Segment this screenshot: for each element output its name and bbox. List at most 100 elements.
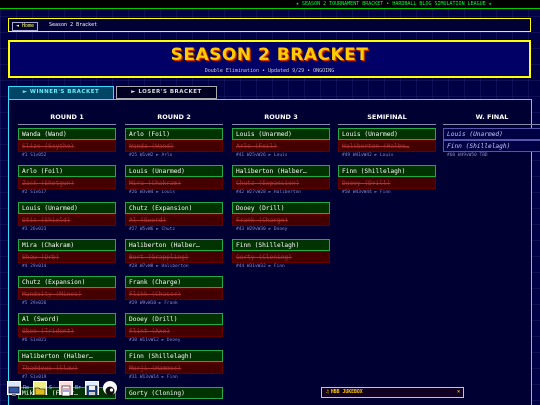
loser-slot[interactable]: Wanda (Wand) bbox=[125, 140, 223, 152]
tab-losers-bracket[interactable]: ► LOSER'S BRACKET bbox=[116, 86, 217, 99]
match-card[interactable]: Frank (Charge) Flikk (Chaser) #29 W9vW10 ►… bbox=[125, 276, 223, 307]
match-card[interactable]: Finn (Shillelagh) Gorty (Cloning) #44 W31v… bbox=[232, 239, 330, 270]
match-card[interactable]: Finn (Shillelagh) Dooey (Drill) #50 W43vW4… bbox=[338, 165, 436, 196]
match-card[interactable]: Haliberton (Halber… Chutz (Expansion) #42 … bbox=[232, 165, 330, 196]
match-card[interactable]: Louis (Unarmed) Finn (Shillelagh) #60 W49v… bbox=[443, 128, 540, 159]
winner-slot[interactable]: Wanda (Wand) bbox=[18, 128, 116, 140]
winner-slot[interactable]: Dooey (Drill) bbox=[232, 202, 330, 214]
loser-slot[interactable]: Bort (Grappling) bbox=[125, 251, 223, 263]
match-meta: #29 W9vW10 ► Frank bbox=[129, 301, 178, 306]
folder-icon[interactable] bbox=[33, 381, 47, 396]
loser-slot[interactable]: Flikk (Chaser) bbox=[125, 288, 223, 300]
loser-slot[interactable]: Slize (Scythe) bbox=[18, 140, 116, 152]
match-meta: #28 W7vW8 ► Haliberton bbox=[129, 264, 189, 269]
desktop-label-3: Br bbox=[75, 385, 82, 391]
match-card[interactable]: Haliberton (Halber… Thaddeus (Claw) #7 S1v… bbox=[18, 350, 116, 381]
match-card[interactable]: Al (Sword) Obee (Trident) #6 S1v021 bbox=[18, 313, 116, 344]
document-icon[interactable] bbox=[59, 381, 73, 397]
breadcrumb: ◄ Home Season 2 Bracket bbox=[8, 18, 531, 32]
match-card[interactable]: Dooey (Drill) Frank (Charge) #43 W29vW30 ►… bbox=[232, 202, 330, 233]
winner-slot[interactable]: Finn (Shillelagh) bbox=[338, 165, 436, 177]
match-meta: #42 W27vW28 ► Haliberton bbox=[236, 190, 302, 195]
match-card[interactable]: Arlo (Foil) Wanda (Wand) #25 W1vW2 ► Arlo bbox=[125, 128, 223, 159]
winner-slot[interactable]: Al (Sword) bbox=[18, 313, 116, 325]
winner-slot[interactable]: Haliberton (Halber… bbox=[18, 350, 116, 362]
music-note-icon: ♫ bbox=[326, 390, 329, 395]
winner-slot[interactable]: Haliberton (Halber… bbox=[125, 239, 223, 251]
match-card[interactable]: Wanda (Wand) Slize (Scythe) #1 S1v052 bbox=[18, 128, 116, 159]
match-meta: #7 S1v019 bbox=[22, 375, 47, 380]
loser-slot[interactable]: Haliberton (Halbe… bbox=[338, 140, 436, 152]
winner-slot[interactable]: Arlo (Foil) bbox=[125, 128, 223, 140]
round-header: ROUND 3 bbox=[264, 113, 298, 121]
match-card[interactable]: Haliberton (Halber… Bort (Grappling) #28 W… bbox=[125, 239, 223, 270]
winner-slot[interactable]: Louis (Unarmed) bbox=[338, 128, 436, 140]
match-card[interactable]: Chutz (Expansion) Al (Sword) #27 W5vW6 ► C… bbox=[125, 202, 223, 233]
round-divider bbox=[338, 124, 436, 125]
jukebox-label: HBB JUKEBOX bbox=[330, 390, 363, 395]
match-card[interactable]: Louis (Unarmed) Arlo (Foil) #41 W25vW26 ► … bbox=[232, 128, 330, 159]
loser-slot[interactable]: Mira (Chakram) bbox=[125, 177, 223, 189]
winner-slot[interactable]: Arlo (Foil) bbox=[18, 165, 116, 177]
marquee-ticker: ★ SEASON 2 TOURNAMENT BRACKET • HARDBALL… bbox=[0, 0, 540, 9]
loser-slot[interactable]: Mandeity (Mines) bbox=[18, 288, 116, 300]
round-divider bbox=[125, 124, 223, 125]
loser-slot[interactable]: Gorty (Cloning) bbox=[232, 251, 330, 263]
match-meta: #2 S1v617 bbox=[22, 190, 47, 195]
chat-icon[interactable] bbox=[103, 381, 117, 396]
loser-slot[interactable]: Shaw (Orb) bbox=[18, 251, 116, 263]
jukebox-bar[interactable]: ♫ HBB JUKEBOX × bbox=[321, 387, 464, 398]
winner-slot[interactable]: Haliberton (Halber… bbox=[232, 165, 330, 177]
match-meta: #44 W31vW32 ► Finn bbox=[236, 264, 285, 269]
match-card[interactable]: Finn (Shillelagh) Merji (Hammer) #31 W13vW… bbox=[125, 350, 223, 381]
winner-slot[interactable]: Chutz (Expansion) bbox=[125, 202, 223, 214]
loser-slot[interactable]: Al (Sword) bbox=[125, 214, 223, 226]
desktop-label-2: S bbox=[49, 385, 53, 391]
loser-slot[interactable]: Frank (Charge) bbox=[232, 214, 330, 226]
match-card[interactable]: Dooey (Drill) Flint (Axe) #30 W11vW12 ► Do… bbox=[125, 313, 223, 344]
match-meta: #43 W29vW30 ► Dooey bbox=[236, 227, 288, 232]
winner-slot[interactable]: Mira (Chakram) bbox=[18, 239, 116, 251]
round-divider bbox=[18, 124, 116, 125]
loser-slot[interactable]: Obee (Trident) bbox=[18, 325, 116, 337]
loser-slot[interactable]: Zack (Shotgun) bbox=[18, 177, 116, 189]
loser-slot[interactable]: Chutz (Expansion) bbox=[232, 177, 330, 189]
round-header: SEMIFINAL bbox=[367, 113, 407, 121]
winner-slot[interactable]: Finn (Shillelagh) bbox=[232, 239, 330, 251]
match-meta: #25 W1vW2 ► Arlo bbox=[129, 153, 173, 158]
winner-slot[interactable]: Finn (Shillelagh) bbox=[125, 350, 223, 362]
match-meta: #4 29v014 bbox=[22, 264, 47, 269]
winner-slot[interactable]: Chutz (Expansion) bbox=[18, 276, 116, 288]
loser-slot[interactable]: Flint (Axe) bbox=[125, 325, 223, 337]
winner-slot[interactable]: Gorty (Cloning) bbox=[125, 387, 223, 399]
loser-slot[interactable]: Merji (Hammer) bbox=[125, 362, 223, 374]
match-meta: #50 W43vW44 ► Finn bbox=[342, 190, 391, 195]
loser-slot[interactable]: Otis (Shield) bbox=[18, 214, 116, 226]
winner-slot[interactable]: Louis (Unarmed) bbox=[125, 165, 223, 177]
match-meta: #5 29v026 bbox=[22, 301, 47, 306]
winner-slot[interactable]: Louis (Unarmed) bbox=[232, 128, 330, 140]
match-card[interactable]: Chutz (Expansion) Mandeity (Mines) #5 29v0… bbox=[18, 276, 116, 307]
close-icon[interactable]: × bbox=[457, 388, 460, 397]
home-button[interactable]: ◄ Home bbox=[12, 22, 39, 31]
loser-slot[interactable]: Arlo (Foil) bbox=[232, 140, 330, 152]
match-card[interactable]: Louis (Unarmed) Otis (Shield) #3 26v023 bbox=[18, 202, 116, 233]
match-card[interactable]: Louis (Unarmed) Haliberton (Halbe… #49 W41… bbox=[338, 128, 436, 159]
winner-slot[interactable]: Louis (Unarmed) bbox=[18, 202, 116, 214]
match-card[interactable]: Gorty (Cloning) bbox=[125, 387, 223, 399]
floppy-icon[interactable] bbox=[85, 381, 99, 397]
pending-slot[interactable]: Louis (Unarmed) bbox=[443, 128, 540, 140]
match-card[interactable]: Louis (Unarmed) Mira (Chakram) #26 W3vW4 ►… bbox=[125, 165, 223, 196]
loser-slot[interactable]: Thaddeus (Claw) bbox=[18, 362, 116, 374]
winner-slot[interactable]: Dooey (Drill) bbox=[125, 313, 223, 325]
tab-winners-bracket[interactable]: ► WINNER'S BRACKET bbox=[8, 86, 114, 99]
page-title: SEASON 2 BRACKET bbox=[170, 45, 369, 65]
winner-slot[interactable]: Frank (Charge) bbox=[125, 276, 223, 288]
computer-icon[interactable] bbox=[7, 381, 21, 396]
match-card[interactable]: Arlo (Foil) Zack (Shotgun) #2 S1v617 bbox=[18, 165, 116, 196]
match-meta: #27 W5vW6 ► Chutz bbox=[129, 227, 176, 232]
loser-slot[interactable]: Dooey (Drill) bbox=[338, 177, 436, 189]
round-header: ROUND 1 bbox=[50, 113, 84, 121]
match-card[interactable]: Mira (Chakram) Shaw (Orb) #4 29v014 bbox=[18, 239, 116, 270]
pending-slot[interactable]: Finn (Shillelagh) bbox=[443, 140, 540, 152]
